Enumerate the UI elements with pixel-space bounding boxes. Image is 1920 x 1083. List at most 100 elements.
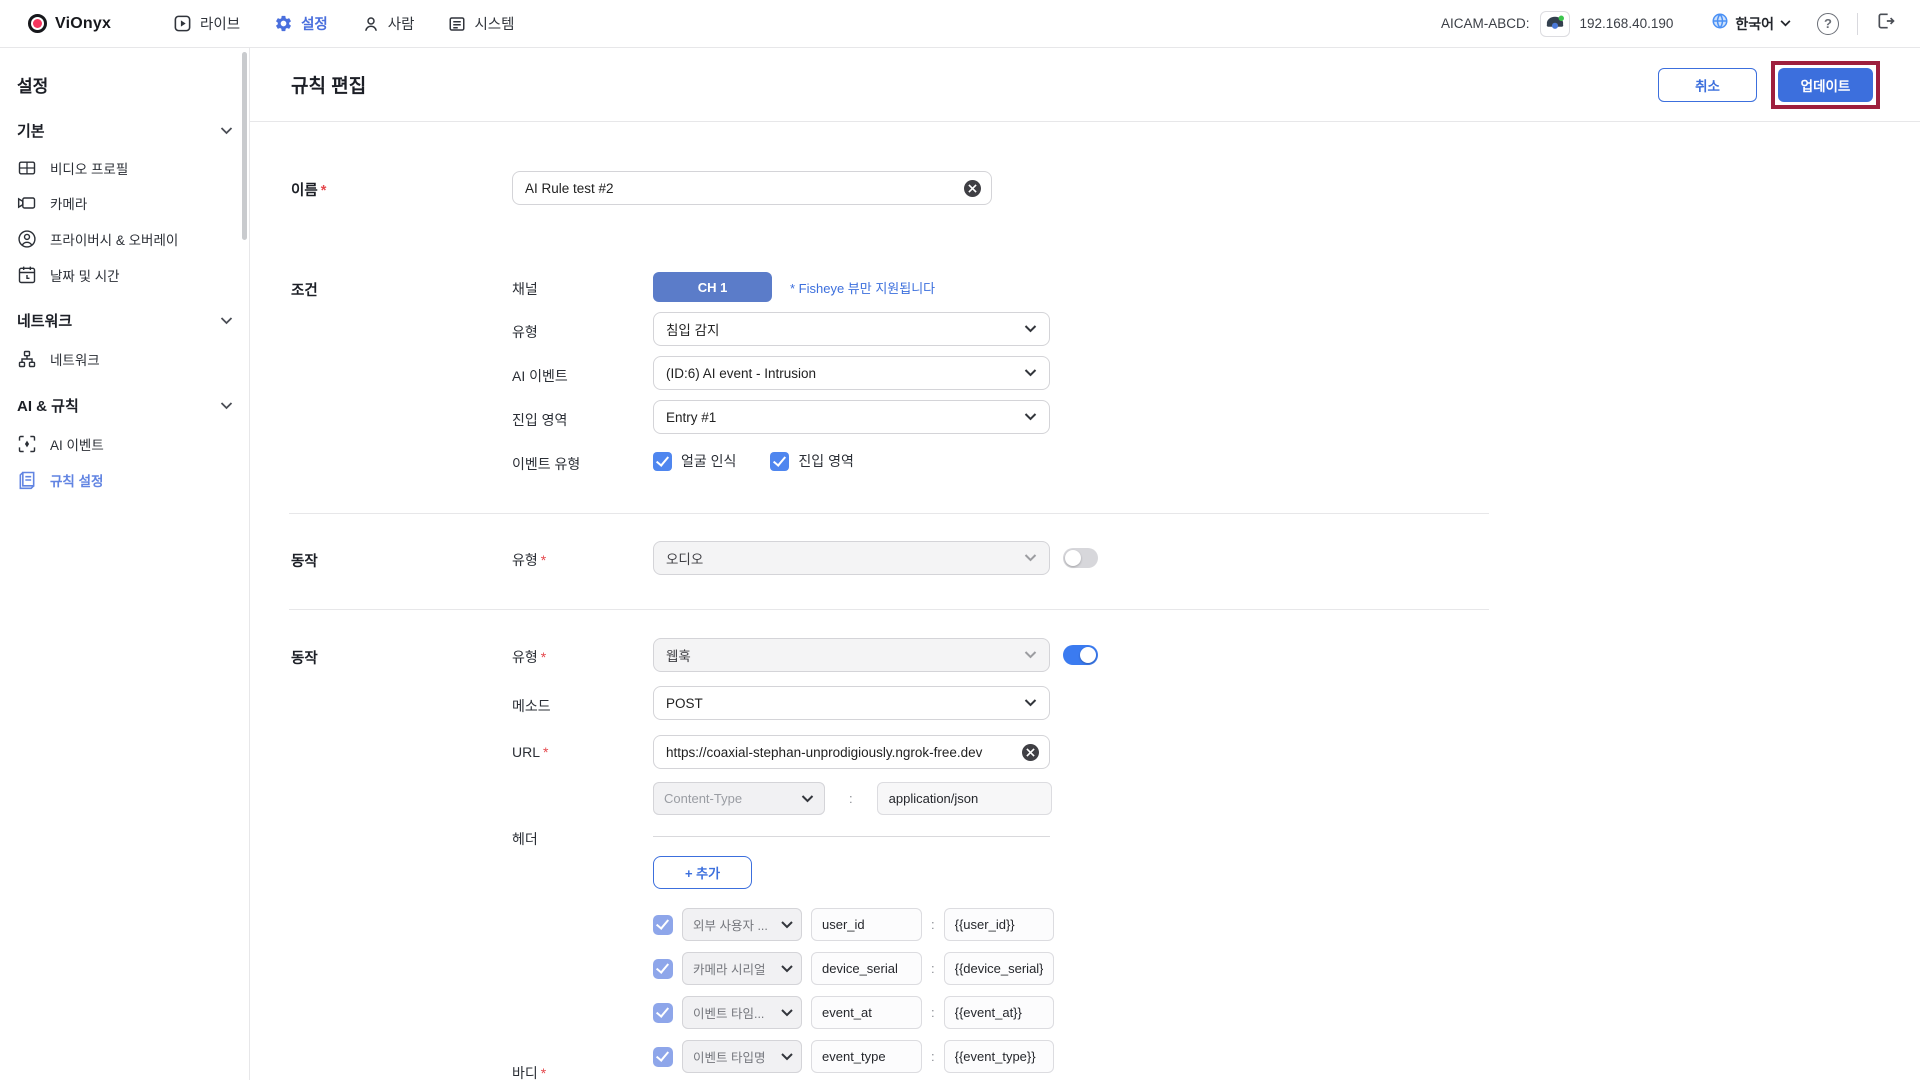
clear-icon[interactable] [1022,744,1039,761]
body-value-input[interactable] [944,908,1054,941]
selected-value: (ID:6) AI event - Intrusion [666,366,816,381]
selected-value: 이벤트 타입명 [693,1047,765,1066]
nav-people[interactable]: 사람 [362,13,415,34]
body-field-select[interactable]: 이벤트 타임... [682,996,802,1029]
entry-area-checkbox[interactable] [770,452,789,471]
body-label: 바디* [512,1063,546,1083]
body-row: 카메라 시리얼 : [653,952,1054,985]
body-field-select[interactable]: 이벤트 타입명 [682,1040,802,1073]
body-row-checkbox[interactable] [653,1047,673,1067]
body-value-input[interactable] [944,996,1054,1029]
condition-type-select[interactable]: 침입 감지 [653,312,1050,346]
face-recognition-checkbox[interactable] [653,452,672,471]
nav-system[interactable]: 시스템 [448,13,514,34]
body-key-input[interactable] [811,908,922,941]
chevron-down-icon [1780,20,1791,27]
help-button[interactable]: ? [1817,13,1839,35]
brand-logo[interactable]: ViOnyx [28,14,111,33]
rule-settings-icon [17,470,37,490]
action-audio-section-label: 동작 [291,550,318,571]
ai-event-select[interactable]: (ID:6) AI event - Intrusion [653,356,1050,390]
sidebar-item-network[interactable]: 네트워크 [17,349,100,369]
action-audio-toggle[interactable] [1063,548,1098,568]
sidebar-item-camera[interactable]: 카메라 [17,193,87,213]
sidebar-section-basic[interactable]: 기본 [17,120,233,141]
colon-separator: : [931,961,935,976]
chevron-down-icon [1024,554,1037,562]
nav-settings[interactable]: 설정 [274,13,328,34]
selected-value: 침입 감지 [666,319,719,339]
body-key-input[interactable] [811,996,922,1029]
selected-value: 외부 사용자 ... [693,915,768,934]
selected-value: Entry #1 [666,410,716,425]
body-row-checkbox[interactable] [653,959,673,979]
update-button[interactable]: 업데이트 [1778,68,1873,102]
logout-icon[interactable] [1876,11,1896,36]
sidebar-item-label: 프라이버시 & 오버레이 [50,229,178,249]
sidebar-section-ai-rules[interactable]: AI & 규칙 [17,395,233,416]
action-audio-type-label: 유형* [512,550,546,570]
language-selector[interactable]: 한국어 [1711,12,1791,35]
sidebar-item-label: 규칙 설정 [50,470,103,490]
action-webhook-section-label: 동작 [291,647,318,668]
content-type-row: Content-Type : [653,782,1052,815]
clear-icon[interactable] [964,180,981,197]
url-input-wrap [653,735,1050,769]
required-mark: * [543,744,548,760]
required-mark: * [541,1065,546,1081]
nav-settings-label: 설정 [301,13,328,34]
ai-event-icon [17,434,37,454]
device-ip: 192.168.40.190 [1580,16,1674,31]
selected-value: 카메라 시리얼 [693,959,765,978]
required-mark: * [321,183,327,199]
globe-icon [1711,12,1729,35]
method-label: 메소드 [512,696,551,716]
body-row-checkbox[interactable] [653,915,673,935]
colon-separator: : [931,1005,935,1020]
divider [1857,13,1858,35]
help-glyph: ? [1824,16,1832,31]
sidebar-scrollbar[interactable] [242,52,247,240]
entry-area-label: 진입 영역 [512,410,567,430]
body-row-checkbox[interactable] [653,1003,673,1023]
device-name: AICAM-ABCD: [1441,16,1530,31]
main-content: 규칙 편집 취소 업데이트 이름* 조건 채널 CH 1 * Fisheye 뷰… [250,48,1920,1080]
cancel-button[interactable]: 취소 [1658,68,1757,102]
section-divider [289,513,1489,514]
section-label: 네트워크 [17,310,72,331]
sidebar-item-date-time[interactable]: 날짜 및 시간 [17,265,120,285]
body-field-select[interactable]: 카메라 시리얼 [682,952,802,985]
camera-icon [17,193,37,213]
dome-camera-icon [1544,15,1566,33]
name-input[interactable] [525,181,964,196]
method-select[interactable]: POST [653,686,1050,720]
selected-value: 웹훅 [666,645,691,665]
body-key-input[interactable] [811,1040,922,1073]
colon-separator: : [849,791,853,806]
body-value-input[interactable] [944,952,1054,985]
sidebar-item-privacy-overlay[interactable]: 프라이버시 & 오버레이 [17,229,178,249]
sidebar-item-ai-event[interactable]: AI 이벤트 [17,434,104,454]
sidebar-item-rule-settings[interactable]: 규칙 설정 [17,470,103,490]
body-value-input[interactable] [944,1040,1054,1073]
add-header-button[interactable]: + 추가 [653,856,752,889]
chevron-down-icon [781,1053,793,1061]
sidebar-item-label: 네트워크 [50,349,100,369]
action-webhook-type-label: 유형* [512,647,546,667]
privacy-icon [17,229,37,249]
channel-ch1-button[interactable]: CH 1 [653,272,772,302]
sidebar-section-network[interactable]: 네트워크 [17,310,233,331]
action-webhook-toggle[interactable] [1063,645,1098,665]
sidebar-item-video-profile[interactable]: 비디오 프로필 [17,158,128,178]
update-button-highlight: 업데이트 [1771,61,1880,109]
settings-icon [274,14,293,33]
checkbox-label: 진입 영역 [798,451,853,471]
action-webhook-type-select: 웹훅 [653,638,1050,672]
body-field-select[interactable]: 외부 사용자 ... [682,908,802,941]
nav-live-label: 라이브 [200,13,240,34]
nav-live[interactable]: 라이브 [173,13,240,34]
body-key-input[interactable] [811,952,922,985]
url-input[interactable] [666,745,1022,760]
camera-status-chip[interactable] [1540,11,1570,37]
entry-area-select[interactable]: Entry #1 [653,400,1050,434]
